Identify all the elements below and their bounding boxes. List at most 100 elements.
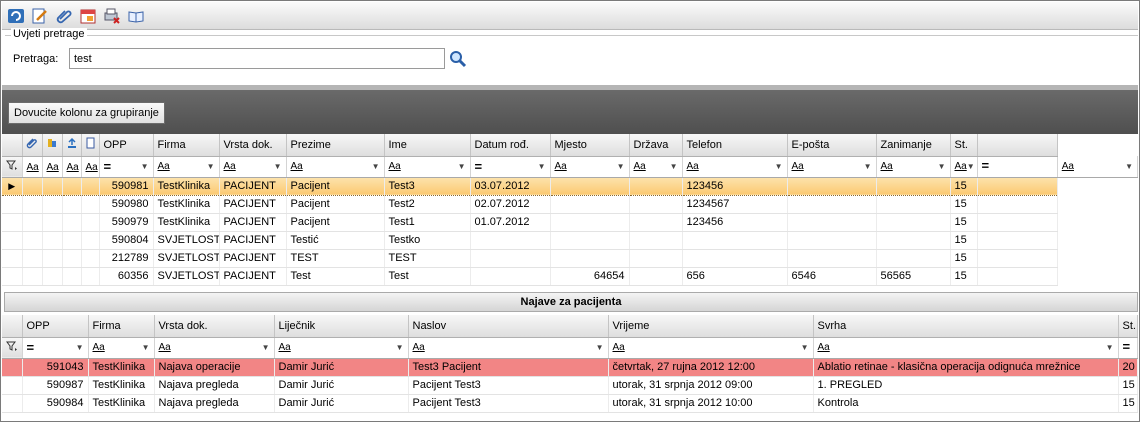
filter-cell[interactable]: Aa ▼ — [88, 337, 155, 359]
filter-cell[interactable]: Aa ▼ — [286, 156, 385, 178]
dropdown-arrow-icon[interactable]: ▼ — [396, 343, 404, 352]
dropdown-arrow-icon[interactable]: ▼ — [142, 343, 150, 352]
filter-cell[interactable]: Aa ▼ — [219, 156, 287, 178]
edit-note-icon[interactable] — [30, 6, 50, 26]
row-indicator[interactable] — [2, 267, 23, 286]
col-drzava[interactable]: Država — [629, 134, 683, 157]
row-indicator[interactable] — [2, 231, 23, 250]
col-opp[interactable]: OPP — [22, 315, 89, 338]
table-row[interactable]: ▶ 590981 TestKlinika PACIJENT Pacijent Test3 0… — [2, 177, 1138, 196]
col-datum-rod[interactable]: Datum rođ. — [470, 134, 551, 157]
document-column-icon[interactable] — [81, 134, 100, 157]
table-row[interactable]: 590980 TestKlinika PACIJENT Pacijent Test2 02… — [2, 195, 1138, 214]
filter-cell[interactable]: = ▼ — [470, 156, 551, 178]
col-vrijeme[interactable]: Vrijeme — [608, 315, 814, 338]
dropdown-arrow-icon[interactable]: ▼ — [458, 162, 466, 171]
cell-telefon: 1234567 — [682, 195, 788, 214]
row-indicator[interactable] — [2, 394, 23, 413]
dropdown-arrow-icon[interactable]: ▼ — [1106, 343, 1114, 352]
filter-cell[interactable]: Aa ▼ — [153, 156, 220, 178]
dropdown-arrow-icon[interactable]: ▼ — [1125, 162, 1133, 171]
col-ime[interactable]: Ime — [384, 134, 471, 157]
attachment-column-icon[interactable] — [22, 134, 43, 157]
upload-column-icon[interactable] — [62, 134, 82, 157]
dropdown-arrow-icon[interactable]: ▼ — [274, 162, 282, 171]
filter-cell[interactable]: Aa ▼ — [608, 337, 814, 359]
filter-cell[interactable]: Aa ▼ — [629, 156, 683, 178]
dropdown-arrow-icon[interactable]: ▼ — [967, 162, 975, 171]
col-naslov[interactable]: Naslov — [408, 315, 609, 338]
filter-cell[interactable]: = — [977, 156, 1058, 178]
cell-mjesto — [550, 231, 630, 250]
refresh-icon[interactable] — [6, 6, 26, 26]
dropdown-arrow-icon[interactable]: ▼ — [207, 162, 215, 171]
dropdown-arrow-icon[interactable]: ▼ — [938, 162, 946, 171]
table-row[interactable]: 590804 SVJETLOST PACIJENT Testić Testko 15 — [2, 231, 1138, 250]
row-indicator[interactable] — [2, 358, 23, 377]
filter-cell[interactable]: Aa ▼ — [682, 156, 788, 178]
col-firma[interactable]: Firma — [153, 134, 220, 157]
col-st[interactable]: St. — [950, 134, 978, 157]
row-indicator[interactable]: ▶ — [2, 177, 23, 196]
table-row[interactable]: 590984 TestKlinika Najava pregleda Damir Ju… — [2, 394, 1138, 413]
filter-cell[interactable]: Aa — [42, 156, 63, 178]
row-indicator[interactable] — [2, 249, 23, 268]
col-st[interactable]: St. — [1118, 315, 1138, 338]
filter-cell[interactable]: Aa ▼ — [274, 337, 409, 359]
table-row[interactable]: 591043 TestKlinika Najava operacije Damir J… — [2, 358, 1138, 377]
filter-cell[interactable]: Aa ▼ — [876, 156, 951, 178]
col-lijecnik[interactable]: Liječnik — [274, 315, 409, 338]
table-row[interactable]: 60356 SVJETLOST PACIJENT Test Test 64654 656 65… — [2, 267, 1138, 286]
col-mjesto[interactable]: Mjesto — [550, 134, 630, 157]
col-telefon[interactable]: Telefon — [682, 134, 788, 157]
col-svrha[interactable]: Svrha — [813, 315, 1119, 338]
filter-cell[interactable]: = — [1118, 337, 1138, 359]
row-indicator[interactable] — [2, 376, 23, 395]
col-opp[interactable]: OPP — [99, 134, 154, 157]
dropdown-arrow-icon[interactable]: ▼ — [262, 343, 270, 352]
col-eposta[interactable]: E-pošta — [787, 134, 877, 157]
dropdown-arrow-icon[interactable]: ▼ — [864, 162, 872, 171]
filter-cell[interactable]: Aa ▼ — [550, 156, 630, 178]
filter-cell[interactable]: Aa ▼ — [813, 337, 1119, 359]
filter-cell[interactable]: Aa — [62, 156, 82, 178]
filter-cell[interactable]: = ▼ — [22, 337, 89, 359]
attachment-icon[interactable] — [54, 6, 74, 26]
table-row[interactable]: 590979 TestKlinika PACIJENT Pacijent Test1 01… — [2, 213, 1138, 232]
search-input[interactable] — [69, 48, 445, 69]
dropdown-arrow-icon[interactable]: ▼ — [372, 162, 380, 171]
group-by-drop-area[interactable]: Dovucite kolonu za grupiranje — [8, 102, 165, 124]
dropdown-arrow-icon[interactable]: ▼ — [670, 162, 678, 171]
print-delete-icon[interactable] — [102, 6, 122, 26]
filter-cell[interactable]: Aa — [22, 156, 43, 178]
book-icon[interactable] — [126, 6, 146, 26]
row-indicator[interactable] — [2, 213, 23, 232]
col-firma[interactable]: Firma — [88, 315, 155, 338]
table-row[interactable]: 590987 TestKlinika Najava pregleda Damir Ju… — [2, 376, 1138, 395]
flag-column-icon[interactable] — [42, 134, 63, 157]
filter-cell[interactable]: Aa ▼ — [384, 156, 471, 178]
dropdown-arrow-icon[interactable]: ▼ — [801, 343, 809, 352]
filter-cell[interactable]: Aa ▼ — [154, 337, 275, 359]
dropdown-arrow-icon[interactable]: ▼ — [76, 343, 84, 352]
row-indicator[interactable] — [2, 195, 23, 214]
col-prezime[interactable]: Prezime — [286, 134, 385, 157]
dropdown-arrow-icon[interactable]: ▼ — [617, 162, 625, 171]
filter-cell[interactable]: = ▼ — [99, 156, 154, 178]
filter-cell[interactable]: Aa ▼ — [787, 156, 877, 178]
dropdown-arrow-icon[interactable]: ▼ — [141, 162, 149, 171]
dropdown-arrow-icon[interactable]: ▼ — [775, 162, 783, 171]
filter-cell[interactable]: Aa ▼ — [408, 337, 609, 359]
filter-cell[interactable]: Aa ▼ — [950, 156, 978, 178]
dropdown-arrow-icon[interactable]: ▼ — [596, 343, 604, 352]
filter-cell[interactable]: Aa ▼ — [1057, 156, 1139, 178]
filter-cell[interactable]: Aa — [81, 156, 100, 178]
dropdown-arrow-icon[interactable]: ▼ — [538, 162, 546, 171]
search-icon[interactable] — [449, 50, 467, 68]
col-vrsta-dok[interactable]: Vrsta dok. — [219, 134, 287, 157]
table-row[interactable]: 212789 SVJETLOST PACIJENT TEST TEST 15 — [2, 249, 1138, 268]
col-zanimanje[interactable]: Zanimanje — [876, 134, 951, 157]
header-indicator — [2, 134, 23, 157]
col-vrsta-dok[interactable]: Vrsta dok. — [154, 315, 275, 338]
calendar-icon[interactable] — [78, 6, 98, 26]
